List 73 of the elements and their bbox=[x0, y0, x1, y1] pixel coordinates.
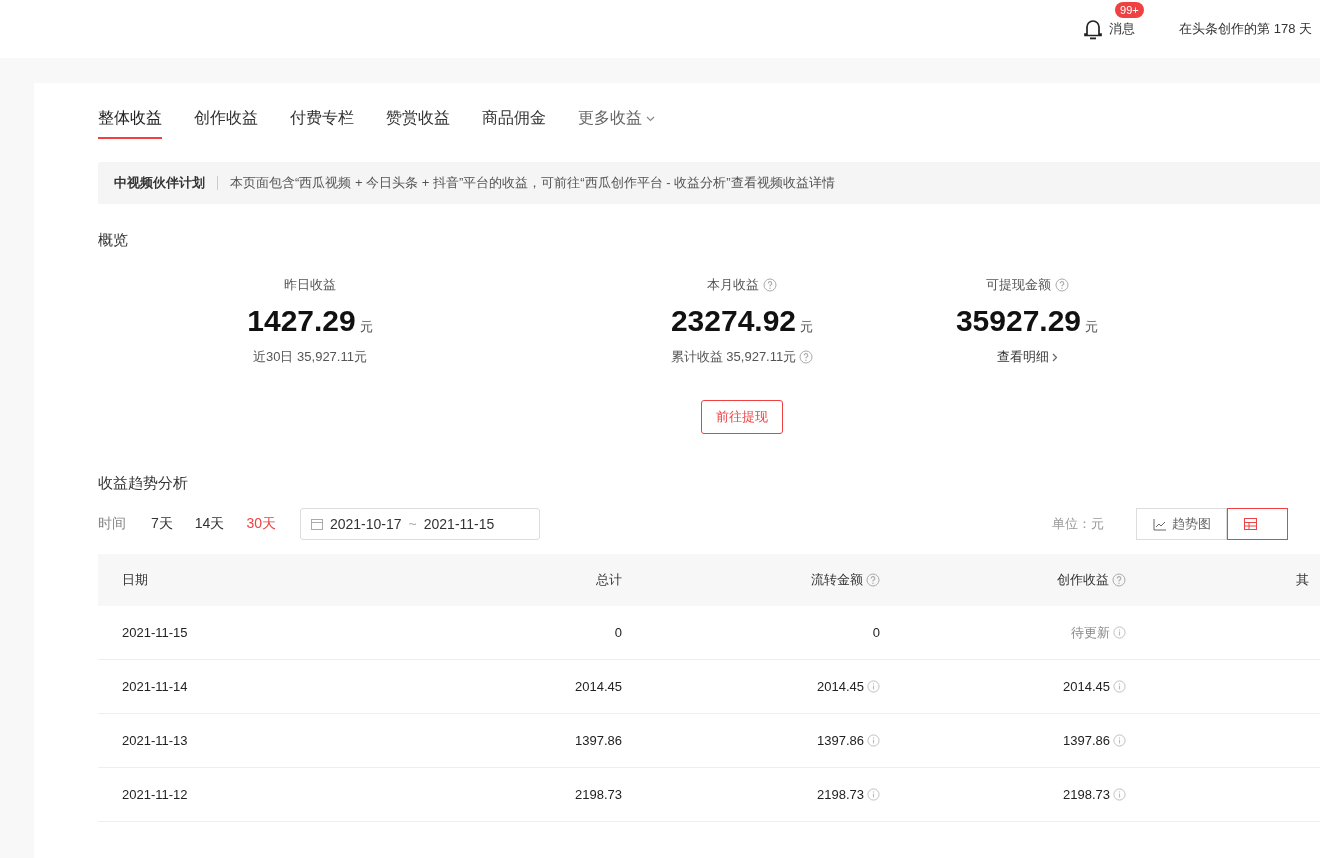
unit-label: 元 bbox=[1085, 318, 1099, 336]
table-cell: 1397.86 bbox=[1063, 733, 1110, 748]
stat-label: 昨日收益 bbox=[284, 276, 336, 294]
help-icon[interactable] bbox=[1054, 278, 1069, 292]
info-icon[interactable] bbox=[1113, 734, 1126, 747]
table-cell: 2014.45 bbox=[1063, 679, 1110, 694]
help-icon[interactable] bbox=[799, 350, 814, 364]
calendar-icon bbox=[310, 518, 323, 530]
column-header: 日期 bbox=[122, 571, 148, 589]
info-icon[interactable] bbox=[867, 788, 880, 801]
view-toggle[interactable] bbox=[1227, 508, 1288, 540]
unit-label: 元 bbox=[359, 318, 373, 336]
info-icon[interactable] bbox=[1113, 788, 1126, 801]
stat-subtext: 累计收益 35,927.11元 bbox=[670, 348, 797, 366]
help-icon[interactable] bbox=[763, 278, 777, 292]
line-chart-icon bbox=[1153, 517, 1167, 531]
column-header: 创作收益 bbox=[1057, 571, 1109, 589]
help-icon[interactable] bbox=[1112, 573, 1126, 587]
date-cell: 2021-11-15 bbox=[122, 625, 188, 640]
range-option[interactable]: 7天 bbox=[151, 515, 173, 533]
info-icon[interactable] bbox=[1113, 680, 1126, 693]
stat-value: 1427.29 bbox=[247, 304, 356, 338]
date-cell: 2021-11-12 bbox=[122, 787, 188, 802]
table-cell: 2198.73 bbox=[1063, 787, 1110, 802]
tab[interactable]: 创作收益 bbox=[194, 105, 258, 139]
tab[interactable]: 商品佣金 bbox=[482, 105, 546, 139]
column-header: 总计 bbox=[596, 571, 622, 589]
count-badge: 99+ bbox=[1115, 2, 1144, 18]
info-icon[interactable] bbox=[867, 680, 880, 693]
table-cell: 1397.86 bbox=[817, 733, 864, 748]
column-header: 流转金额 bbox=[811, 571, 863, 589]
section-title: 收益趋势分析 bbox=[98, 474, 189, 493]
notice-title: 中视频伙伴计划 bbox=[114, 174, 205, 192]
info-icon[interactable] bbox=[867, 734, 880, 747]
table-cell: 2014.45 bbox=[817, 679, 864, 694]
notice-text: 本页面包含“西瓜视频 + 今日头条 + 抖音”平台的收益，可前往“西瓜创作平台 - 收益分析”查看视频收益详情 bbox=[230, 174, 835, 192]
help-icon[interactable] bbox=[866, 573, 880, 587]
table-cell: 0 bbox=[872, 625, 880, 640]
filter-label: 时间 bbox=[98, 515, 126, 533]
creation-days-text: 在头条创作的第 178 天 bbox=[1179, 20, 1312, 38]
unit-label: 元 bbox=[800, 318, 814, 336]
bell-icon[interactable] bbox=[1083, 18, 1104, 40]
tab[interactable]: 更多收益 bbox=[578, 105, 655, 139]
info-icon[interactable] bbox=[1113, 626, 1126, 639]
messages-link[interactable]: 消息 bbox=[1109, 20, 1136, 38]
stat-subtext: 近30日 35,927.11元 bbox=[253, 348, 367, 366]
stat-value: 35927.29 bbox=[955, 304, 1082, 338]
details-link[interactable]: 查看明细 bbox=[996, 348, 1049, 366]
table-cell: 待更新 bbox=[1071, 623, 1110, 642]
range-option[interactable]: 14天 bbox=[194, 515, 225, 533]
date-range-field[interactable]: 2021-10-17 ~ 2021-11-15 bbox=[299, 508, 540, 540]
section-title: 概览 bbox=[98, 231, 129, 250]
tab[interactable]: 付费专栏 bbox=[290, 105, 354, 139]
chevron-down-icon bbox=[646, 115, 655, 122]
date-cell: 2021-11-14 bbox=[122, 679, 188, 694]
table-icon bbox=[1244, 518, 1257, 530]
stat-label: 本月收益 bbox=[707, 276, 759, 294]
table-cell: 2198.73 bbox=[817, 787, 864, 802]
table-cell: 1397.86 bbox=[575, 733, 622, 748]
withdraw-button[interactable]: 前往提现 bbox=[701, 400, 783, 434]
stat-value: 23274.92 bbox=[670, 304, 797, 338]
view-toggle[interactable]: 趋势图 bbox=[1136, 508, 1227, 540]
range-option[interactable]: 30天 bbox=[246, 515, 276, 533]
table-cell: 0 bbox=[614, 625, 622, 640]
tab[interactable]: 赞赏收益 bbox=[386, 105, 450, 139]
stat-label: 可提现金额 bbox=[985, 276, 1051, 294]
date-cell: 2021-11-13 bbox=[122, 733, 188, 748]
unit-label: 单位：元 bbox=[1052, 515, 1104, 533]
tab[interactable]: 整体收益 bbox=[98, 105, 162, 139]
table-cell: 2198.73 bbox=[575, 787, 622, 802]
column-header: 其 bbox=[1296, 571, 1309, 589]
table-cell: 2014.45 bbox=[575, 679, 622, 694]
chevron-right-icon bbox=[1051, 352, 1058, 362]
